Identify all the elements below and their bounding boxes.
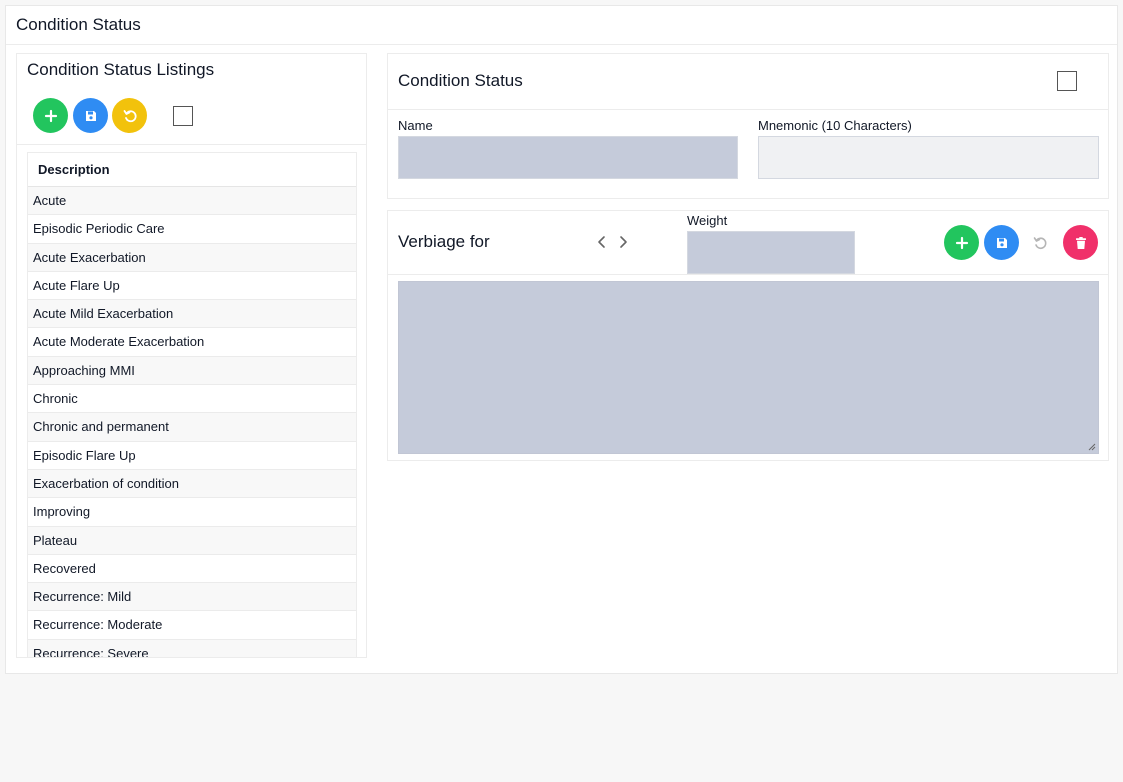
add-button[interactable] — [33, 98, 68, 133]
list-item[interactable]: Recurrence: Mild — [28, 583, 356, 612]
save-button[interactable] — [73, 98, 108, 133]
listings-card: Condition Status Listings Description Ac… — [16, 53, 367, 658]
verbiage-title: Verbiage for — [398, 232, 490, 251]
undo-verbiage-button[interactable] — [1022, 225, 1057, 260]
previous-button[interactable] — [594, 234, 610, 250]
list-item[interactable]: Chronic and permanent — [28, 413, 356, 442]
verbiage-textarea[interactable] — [398, 281, 1099, 454]
list-item[interactable]: Plateau — [28, 526, 356, 555]
name-input[interactable] — [398, 136, 738, 179]
delete-verbiage-button[interactable] — [1063, 225, 1098, 260]
mnemonic-input[interactable] — [758, 136, 1099, 179]
list-item[interactable]: Improving — [28, 498, 356, 527]
description-list: Description Acute Episodic Periodic Care A… — [27, 152, 357, 657]
detail-checkbox[interactable] — [1057, 71, 1077, 91]
list-item[interactable]: Episodic Flare Up — [28, 442, 356, 470]
list-header-description: Description — [28, 153, 356, 187]
divider — [388, 109, 1108, 110]
list-item[interactable]: Recurrence: Moderate — [28, 611, 356, 640]
chevron-right-icon — [620, 236, 627, 248]
divider — [17, 144, 366, 145]
list-item[interactable]: Acute Mild Exacerbation — [28, 300, 356, 329]
plus-icon — [955, 236, 968, 249]
mnemonic-label: Mnemonic (10 Characters) — [758, 118, 912, 133]
floppy-disk-icon — [996, 237, 1007, 248]
weight-label: Weight — [687, 213, 728, 228]
list-item[interactable]: Chronic — [28, 385, 356, 414]
name-label: Name — [398, 118, 433, 133]
list-item[interactable]: Acute Exacerbation — [28, 243, 356, 272]
list-item[interactable]: Approaching MMI — [28, 356, 356, 386]
reset-button[interactable] — [112, 98, 147, 133]
add-verbiage-button[interactable] — [944, 225, 979, 260]
condition-status-page: Condition Status Condition Status Listin… — [5, 5, 1118, 674]
detail-title: Condition Status — [398, 71, 523, 90]
list-item[interactable]: Acute Moderate Exacerbation — [28, 328, 356, 357]
list-item[interactable]: Recovered — [28, 555, 356, 584]
resize-grip-icon[interactable] — [1088, 443, 1096, 451]
save-verbiage-button[interactable] — [984, 225, 1019, 260]
listings-title: Condition Status Listings — [27, 60, 215, 79]
undo-icon — [123, 109, 137, 122]
undo-icon — [1033, 236, 1046, 249]
detail-card: Condition Status Name Mnemonic (10 Chara… — [387, 53, 1109, 199]
floppy-disk-icon — [85, 110, 96, 121]
page-title: Condition Status — [6, 6, 1117, 45]
list-item[interactable]: Acute Flare Up — [28, 272, 356, 301]
list-item[interactable]: Exacerbation of condition — [28, 469, 356, 499]
listings-select-checkbox[interactable] — [173, 106, 193, 126]
trash-icon — [1075, 236, 1086, 249]
list-body: Acute Episodic Periodic Care Acute Exacerb… — [28, 187, 356, 657]
weight-input[interactable] — [687, 231, 855, 274]
plus-icon — [44, 109, 57, 122]
chevron-left-icon — [598, 236, 605, 248]
divider — [388, 274, 1108, 275]
list-item[interactable]: Acute — [28, 187, 356, 216]
list-item[interactable]: Episodic Periodic Care — [28, 215, 356, 244]
next-button[interactable] — [615, 234, 631, 250]
verbiage-card: Verbiage for Weight — [387, 210, 1109, 461]
list-item[interactable]: Recurrence: Severe — [28, 639, 356, 657]
